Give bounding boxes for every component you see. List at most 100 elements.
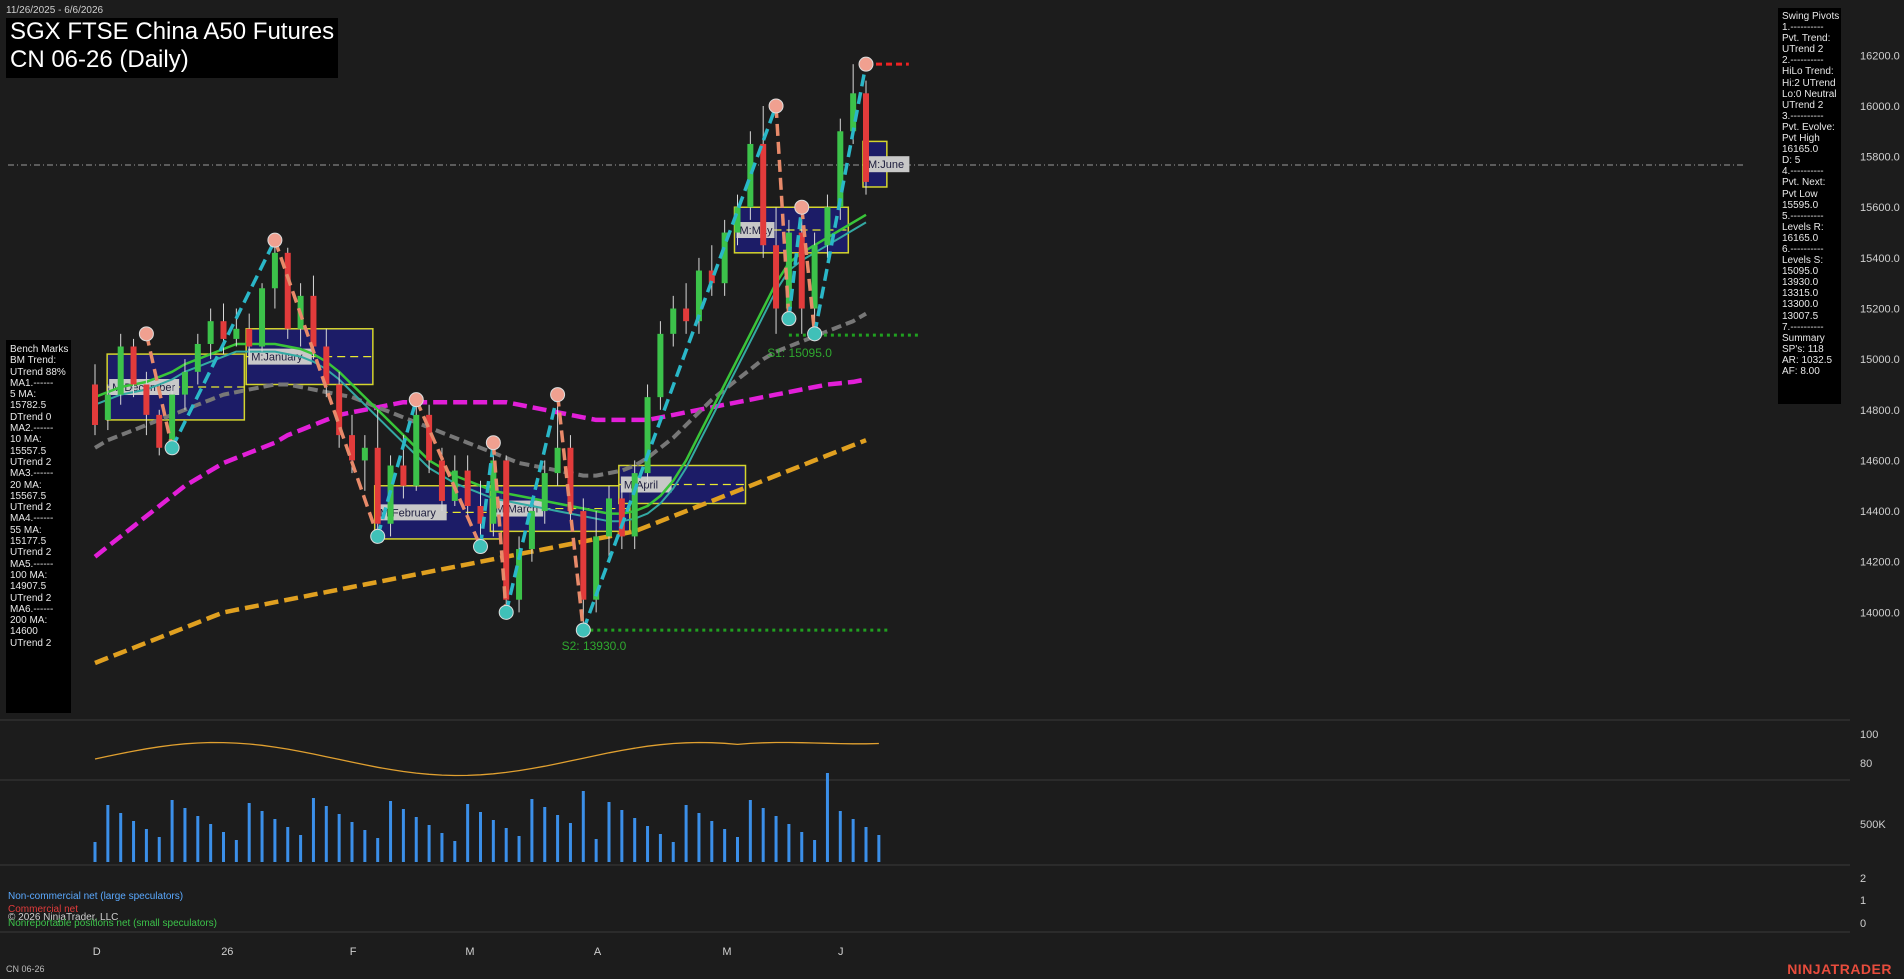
x-tick-label: 26 <box>221 946 233 958</box>
candle-body <box>361 447 368 461</box>
benchmark-line: 15557.5 <box>10 445 47 457</box>
benchmark-line: UTrend 2 <box>10 502 52 514</box>
volume-bar <box>324 806 328 862</box>
volume-bar <box>568 823 572 862</box>
y-tick-label: 15200.0 <box>1860 304 1900 316</box>
volume-bar <box>671 842 675 862</box>
volume-bar <box>414 817 418 862</box>
swing-pivot-line: 16165.0 <box>1782 144 1819 156</box>
swing-pivot-line: Pvt. Trend: <box>1782 33 1831 45</box>
volume-bar <box>106 805 110 862</box>
swing-pivot-marker <box>498 604 514 620</box>
swing-pivot-line: 5.---------- <box>1782 210 1824 222</box>
y-tick-label: 14800.0 <box>1860 405 1900 417</box>
volume-bar <box>633 818 637 862</box>
benchmarks-panel: Bench Marks BM Trend: UTrend 88% MA1.-----… <box>6 340 71 713</box>
candle-body <box>220 321 227 339</box>
volume-bar <box>401 809 405 862</box>
month-label: M:May <box>740 225 774 237</box>
benchmark-line: 200 MA: <box>10 615 48 627</box>
oscillator-tick-label: 80 <box>1860 758 1872 770</box>
candle-body <box>747 143 754 208</box>
volume-bar <box>209 824 213 862</box>
swing-pivot-marker <box>781 311 797 327</box>
swing-pivot-line: Levels S: <box>1782 255 1824 267</box>
swing-pivot-line: 16165.0 <box>1782 232 1819 244</box>
candle-body <box>130 346 137 385</box>
y-tick-label: 15000.0 <box>1860 354 1900 366</box>
volume-bar <box>479 812 482 862</box>
y-tick-label: 14600.0 <box>1860 455 1900 467</box>
candle-body <box>464 470 471 507</box>
swing-pivot-line: 2.---------- <box>1782 55 1824 67</box>
volume-bar <box>543 807 547 862</box>
volume-bar <box>132 821 136 862</box>
benchmark-line: UTrend 2 <box>10 592 52 604</box>
swing-pivot-line: 6.---------- <box>1782 243 1824 255</box>
volume-bar <box>389 801 393 862</box>
cot-nonreportable-label: Nonreportable positions net (small specu… <box>8 918 217 929</box>
benchmark-line: UTrend 88% <box>10 366 66 378</box>
candle-body <box>271 252 278 289</box>
candle-body <box>567 447 574 512</box>
candle-body <box>606 498 612 537</box>
volume-bar <box>234 840 238 862</box>
volume-bar <box>607 802 611 862</box>
swing-pivot-line: Hi:2 UTrend <box>1782 77 1836 89</box>
volume-bar <box>170 800 174 862</box>
volume-bar <box>376 838 380 862</box>
swing-pivot-marker <box>485 435 501 451</box>
swing-pivot-line: UTrend 2 <box>1782 44 1824 56</box>
candle-body <box>259 288 266 347</box>
candle-body <box>657 333 664 398</box>
volume-bar <box>800 832 804 862</box>
s2-level-label: S2: 13930.0 <box>562 639 627 653</box>
candle-body <box>541 473 548 512</box>
swing-leg <box>812 63 868 335</box>
candle-body <box>104 394 111 420</box>
benchmark-line: UTrend 2 <box>10 547 52 559</box>
swing-pivot-line: 15595.0 <box>1782 199 1819 211</box>
y-tick-label: 14200.0 <box>1860 557 1900 569</box>
swing-pivot-line: Lo:0 Neutral <box>1782 88 1837 100</box>
volume-bar <box>157 837 161 862</box>
volume-bar <box>337 814 341 862</box>
volume-bar <box>658 834 662 862</box>
candle-body <box>92 384 98 425</box>
benchmark-line: MA3.------ <box>10 468 54 480</box>
volume-bar <box>774 816 778 862</box>
swing-pivot-line: Swing Pivots <box>1782 11 1840 22</box>
candle-body <box>349 435 355 461</box>
volume-bar <box>748 800 752 862</box>
volume-bar <box>273 819 277 862</box>
benchmark-line: DTrend 0 <box>10 411 52 423</box>
candle-body <box>670 308 677 334</box>
swing-pivot-line: 13315.0 <box>1782 288 1819 300</box>
x-tick-label: A <box>594 946 602 958</box>
swing-pivot-marker <box>408 392 424 408</box>
swing-pivot-line: 4.---------- <box>1782 166 1824 178</box>
swing-pivot-line: 3.---------- <box>1782 110 1824 122</box>
swing-pivot-marker <box>473 539 488 555</box>
candle-body <box>400 465 407 486</box>
swing-pivot-line: Pvt. Next: <box>1782 177 1826 189</box>
benchmark-line: MA4.------ <box>10 513 54 525</box>
volume-bar <box>864 827 868 862</box>
volume-bar <box>556 815 560 862</box>
swing-pivot-line: Pvt High <box>1782 133 1820 145</box>
price-chart[interactable]: 14000.0 14200.0 14400.0 14600.0 14800.0 15000… <box>0 0 1904 979</box>
swing-pivot-line: 13300.0 <box>1782 299 1819 311</box>
volume-bar <box>646 826 650 862</box>
volume-bar <box>299 835 303 862</box>
volume-bar <box>530 799 534 862</box>
month-label: M:April <box>624 479 658 491</box>
swing-pivot-marker <box>575 622 591 638</box>
y-tick-label: 15600.0 <box>1860 202 1900 214</box>
candle-body <box>143 384 150 415</box>
chart-title-box: SGX FTSE China A50 Futures CN 06-26 (Dai… <box>6 18 338 78</box>
swing-pivot-line: Levels R: <box>1782 221 1824 233</box>
swing-pivot-line: Pvt Low <box>1782 188 1818 200</box>
swing-pivot-marker <box>794 199 810 215</box>
swing-pivot-marker <box>858 56 874 72</box>
candle-body <box>695 270 702 322</box>
